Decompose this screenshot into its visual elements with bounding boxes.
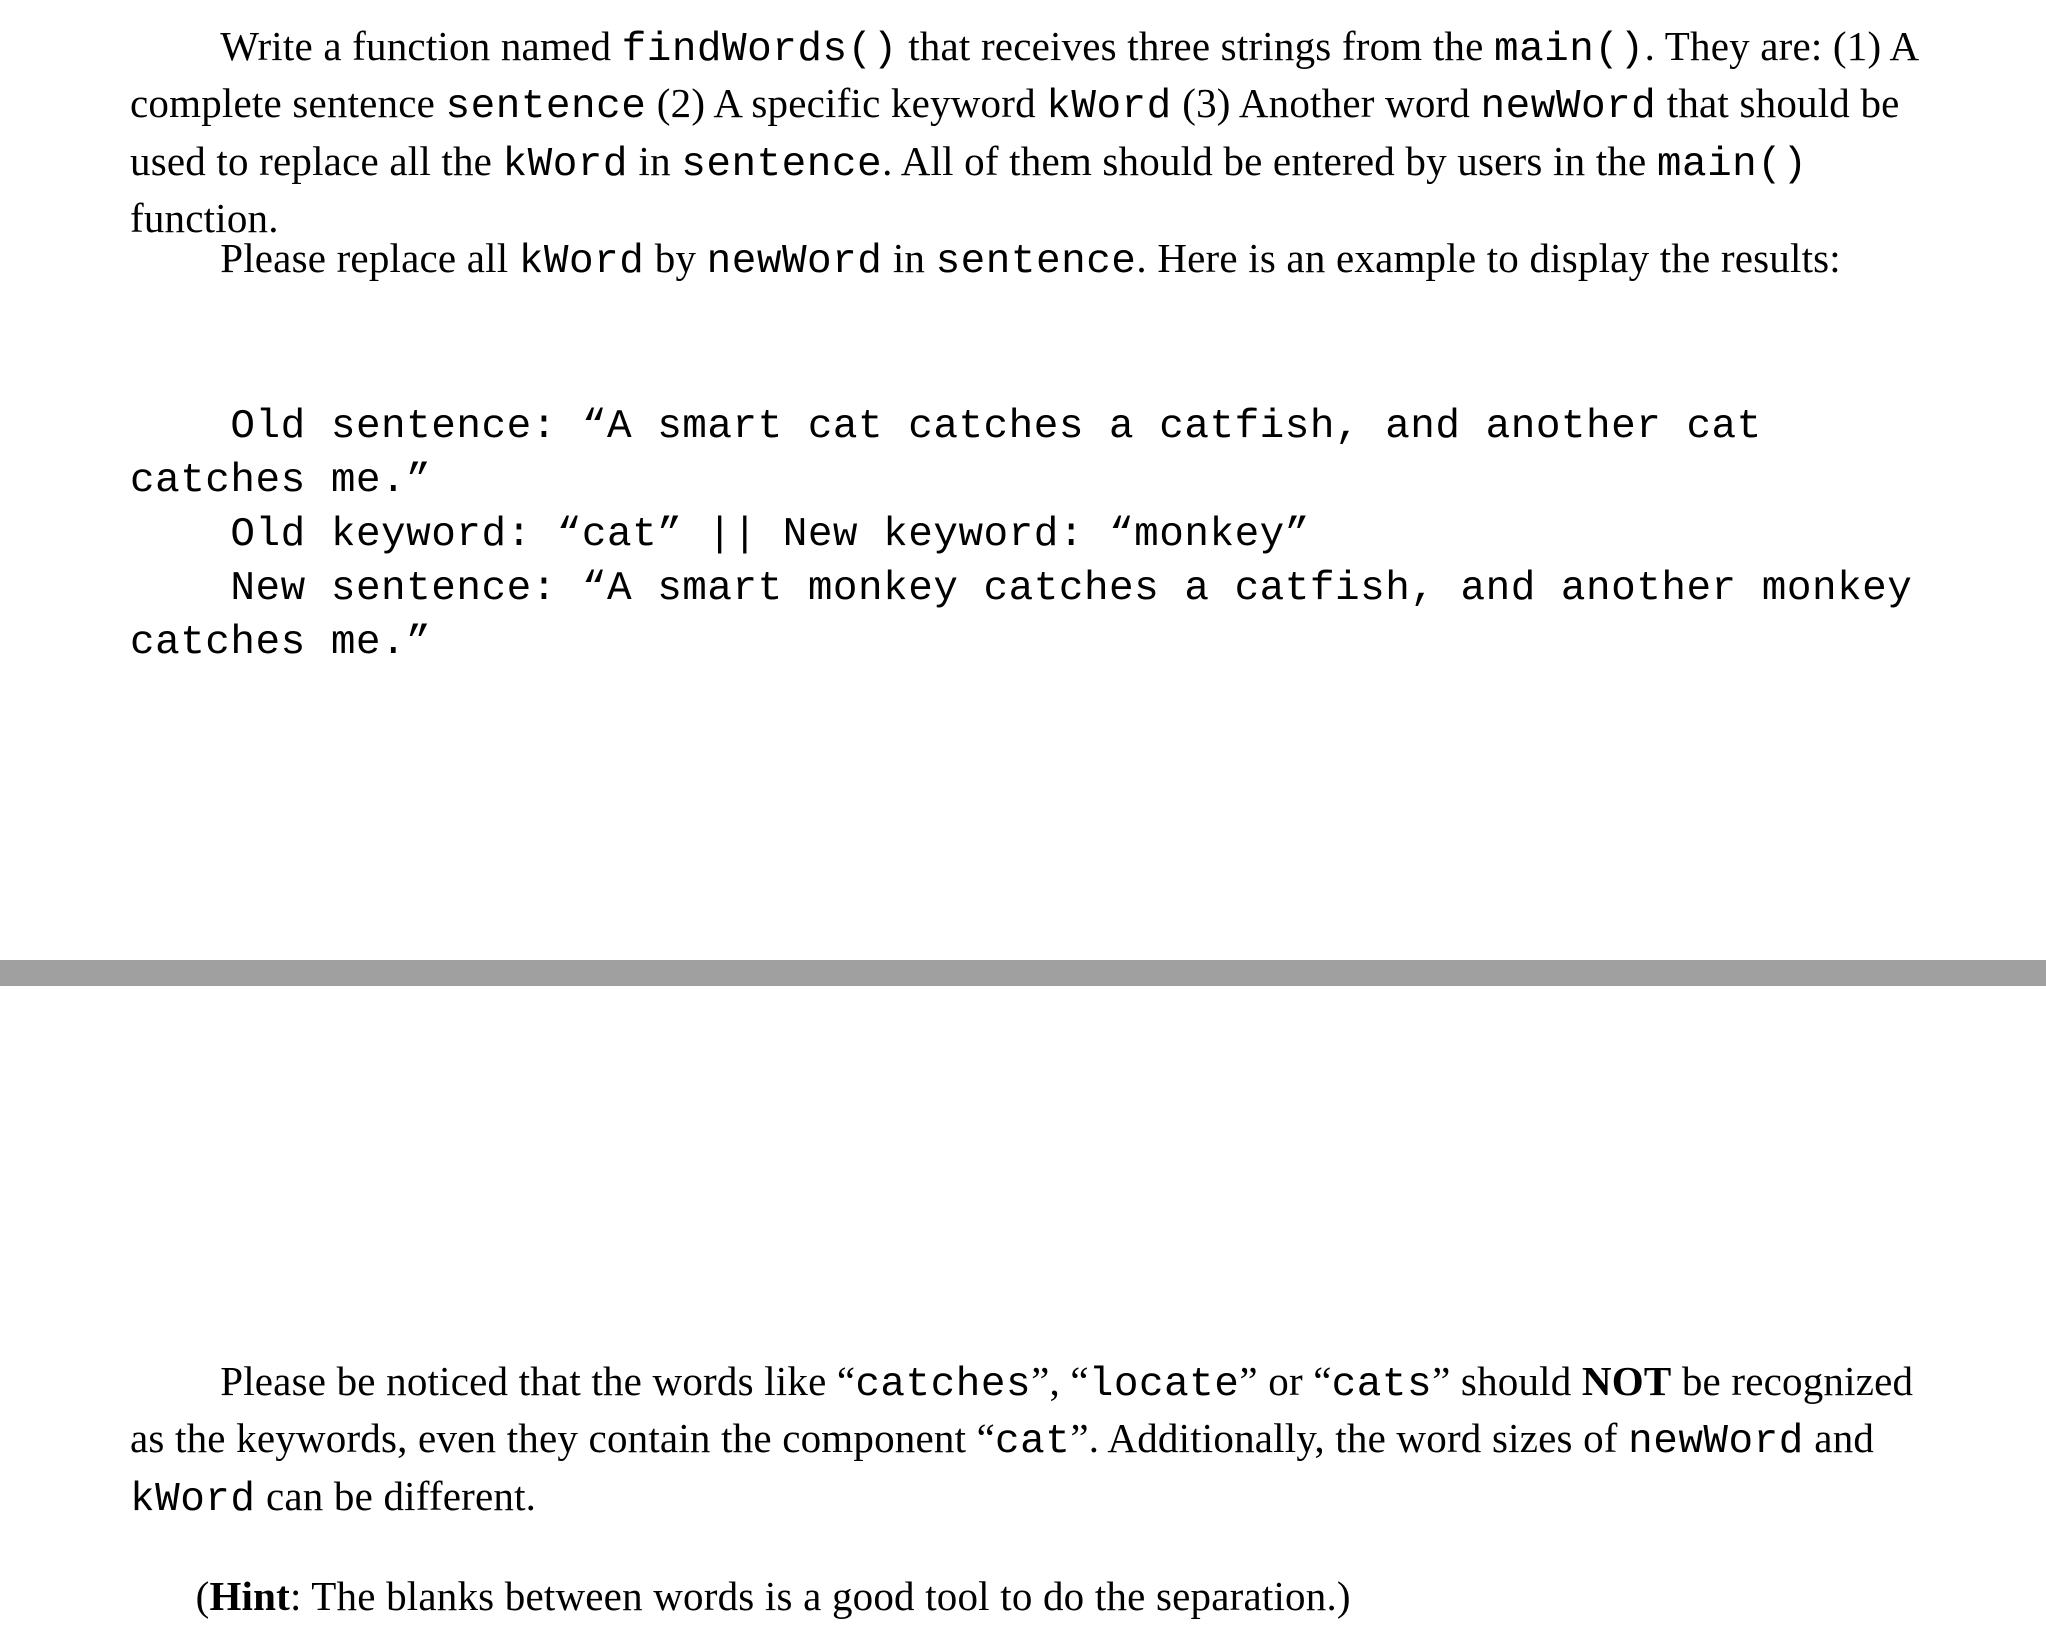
code-main: main() [1494,27,1645,73]
example-line-2: Old keyword: “cat” || New keyword: “monk… [130,512,1310,558]
text: in [628,138,681,184]
example-line-1: Old sentence: “A smart cat catches a cat… [130,404,1787,504]
code-kword: kWord [130,1477,256,1523]
paragraph-hint: (Hint: The blanks between words is a goo… [130,1570,1920,1623]
text: Please be noticed that the words like “ [220,1358,855,1404]
text: : The blanks between words is a good too… [290,1573,1351,1619]
code-main: main() [1657,142,1808,188]
code-kword: kWord [503,142,629,188]
example-output: Old sentence: “A smart cat catches a cat… [130,400,1920,671]
code-newword: newWord [1628,1419,1804,1465]
paragraph-2: Please replace all kWord by newWord in s… [130,232,1920,289]
text: ”, “ [1031,1358,1089,1404]
text: ”. Additionally, the word sizes of [1070,1415,1628,1461]
code-sentence: sentence [446,84,647,130]
code-word-cats: cats [1332,1362,1432,1408]
text: ( [196,1573,210,1619]
text: in [882,235,935,281]
text: (3) Another word [1172,80,1481,126]
code-word-cat: cat [995,1419,1070,1465]
text: that receives three strings from the [898,23,1494,69]
code-findwords: findWords() [622,27,898,73]
text: can be different. [256,1473,537,1519]
text: . Here is an example to display the resu… [1136,235,1840,281]
text: . All of them should be entered by users… [882,138,1657,184]
bold-hint: Hint [209,1573,290,1619]
paragraph-1: Write a function named findWords() that … [130,20,1920,245]
code-sentence: sentence [681,142,882,188]
text: (2) A specific keyword [646,80,1046,126]
text: Please replace all [220,235,519,281]
code-newword: newWord [707,239,883,285]
text: Write a function named [220,23,621,69]
code-kword: kWord [519,239,645,285]
text: ” should [1432,1358,1582,1404]
text: and [1804,1415,1874,1461]
example-line-3: New sentence: “A smart monkey catches a … [130,566,1938,666]
code-newword: newWord [1481,84,1657,130]
code-sentence: sentence [936,239,1137,285]
code-word-catches: catches [855,1362,1031,1408]
text: by [644,235,706,281]
bold-not: NOT [1582,1358,1671,1404]
paragraph-3: Please be noticed that the words like “c… [130,1355,1920,1527]
document-page: Write a function named findWords() that … [0,0,2046,1635]
code-kword: kWord [1046,84,1172,130]
page-divider [0,960,2046,986]
text: ” or “ [1239,1358,1331,1404]
code-word-locate: locate [1089,1362,1240,1408]
